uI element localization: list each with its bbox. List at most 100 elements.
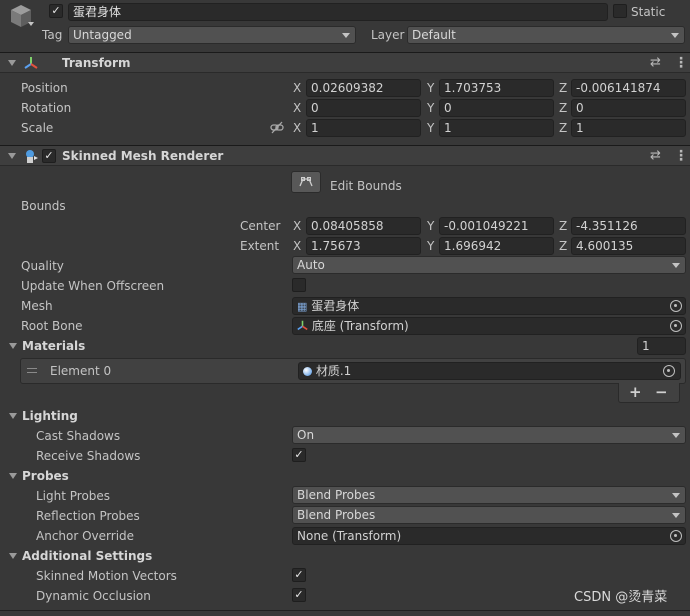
skinned-mesh-icon: [23, 148, 39, 164]
smr-title: Skinned Mesh Renderer: [62, 149, 224, 163]
light-probes-dropdown[interactable]: Blend Probes: [292, 486, 686, 504]
element0-object-field[interactable]: 材质.1: [298, 362, 681, 380]
position-z-label[interactable]: Z: [559, 78, 567, 98]
dynamic-occlusion-checkbox[interactable]: ✓: [292, 588, 306, 602]
anchor-override-object-field[interactable]: None (Transform): [292, 527, 686, 545]
center-z-input[interactable]: -4.351126: [571, 217, 686, 235]
foldout-arrow-icon[interactable]: [8, 60, 16, 66]
chevron-down-icon: [672, 493, 680, 498]
center-label: Center: [240, 219, 281, 233]
rotation-z-input[interactable]: 0: [571, 99, 686, 117]
mesh-object-field[interactable]: ▦ 蛋君身体: [292, 297, 686, 315]
drag-handle-icon[interactable]: [27, 368, 37, 373]
additional-settings-foldout-icon[interactable]: [9, 553, 17, 559]
transform-title: Transform: [62, 56, 131, 70]
gameobject-name-input[interactable]: 蛋君身体: [68, 3, 608, 21]
center-z-label[interactable]: Z: [559, 216, 567, 236]
extent-z-input[interactable]: 4.600135: [571, 237, 686, 255]
edit-bounds-button[interactable]: [291, 171, 321, 193]
skinned-motion-vectors-checkbox[interactable]: ✓: [292, 568, 306, 582]
add-element-button[interactable]: +: [629, 382, 642, 402]
quality-label: Quality: [21, 259, 64, 273]
reflection-probes-dropdown[interactable]: Blend Probes: [292, 506, 686, 524]
icon-dropdown-arrow[interactable]: [28, 22, 34, 26]
position-y-label[interactable]: Y: [427, 78, 434, 98]
chevron-down-icon: [672, 263, 680, 268]
extent-y-label[interactable]: Y: [427, 236, 434, 256]
scale-z-input[interactable]: 1: [571, 119, 686, 137]
edit-bounds-icon: [299, 177, 313, 187]
quality-dropdown[interactable]: Auto: [292, 256, 686, 274]
center-x-label[interactable]: X: [293, 216, 301, 236]
element0-object-picker-icon[interactable]: [663, 365, 675, 377]
mesh-object-picker-icon[interactable]: [670, 300, 682, 312]
extent-x-input[interactable]: 1.75673: [306, 237, 421, 255]
root-bone-object-field[interactable]: 底座 (Transform): [292, 317, 686, 335]
transform-axes-icon: [297, 320, 308, 331]
lighting-label[interactable]: Lighting: [22, 406, 78, 426]
mesh-label: Mesh: [21, 299, 53, 313]
gameobject-active-checkbox[interactable]: ✓: [49, 4, 63, 18]
layer-label: Layer: [371, 28, 405, 42]
materials-foldout-icon[interactable]: [9, 343, 17, 349]
lighting-foldout-icon[interactable]: [9, 413, 17, 419]
chevron-down-icon: [342, 33, 350, 38]
additional-settings-label[interactable]: Additional Settings: [22, 546, 152, 566]
rotation-y-label[interactable]: Y: [427, 98, 434, 118]
position-x-input[interactable]: 0.02609382: [306, 79, 421, 97]
materials-count-input[interactable]: 1: [637, 337, 686, 355]
foldout-arrow-icon[interactable]: [8, 153, 16, 159]
context-menu-icon[interactable]: ⋮: [674, 146, 688, 166]
receive-shadows-checkbox[interactable]: ✓: [292, 448, 306, 462]
position-x-label[interactable]: X: [293, 78, 301, 98]
chevron-down-icon: [672, 433, 680, 438]
skinned-mesh-renderer-header[interactable]: ✓ Skinned Mesh Renderer ⇄ ⋮: [0, 145, 690, 166]
mesh-grid-icon: ▦: [297, 300, 308, 313]
presets-icon[interactable]: ⇄: [650, 53, 661, 73]
update-offscreen-checkbox[interactable]: [292, 278, 306, 292]
remove-element-button[interactable]: −: [655, 382, 668, 402]
list-add-remove-bar: + −: [618, 383, 680, 403]
rotation-z-label[interactable]: Z: [559, 98, 567, 118]
mesh-value: 蛋君身体: [311, 299, 360, 313]
scale-y-label[interactable]: Y: [427, 118, 434, 138]
center-y-input[interactable]: -0.001049221: [439, 217, 554, 235]
transform-header[interactable]: Transform ⇄ ⋮: [0, 52, 690, 73]
extent-y-input[interactable]: 1.696942: [439, 237, 554, 255]
tag-dropdown[interactable]: Untagged: [68, 26, 356, 44]
light-probes-label: Light Probes: [36, 489, 111, 503]
scale-label: Scale: [21, 121, 54, 135]
cast-shadows-dropdown[interactable]: On: [292, 426, 686, 444]
probes-foldout-icon[interactable]: [9, 473, 17, 479]
probes-label[interactable]: Probes: [22, 466, 69, 486]
rotation-y-input[interactable]: 0: [439, 99, 554, 117]
chevron-down-icon: [672, 513, 680, 518]
materials-label[interactable]: Materials: [22, 336, 85, 356]
presets-icon[interactable]: ⇄: [650, 146, 661, 166]
constrain-proportions-icon[interactable]: [270, 121, 284, 135]
rotation-x-label[interactable]: X: [293, 98, 301, 118]
root-bone-object-picker-icon[interactable]: [670, 320, 682, 332]
center-y-label[interactable]: Y: [427, 216, 434, 236]
scale-x-label[interactable]: X: [293, 118, 301, 138]
scale-x-input[interactable]: 1: [306, 119, 421, 137]
tag-value: Untagged: [73, 28, 132, 42]
scale-y-input[interactable]: 1: [439, 119, 554, 137]
position-label: Position: [21, 81, 68, 95]
layer-dropdown[interactable]: Default: [407, 26, 685, 44]
anchor-override-object-picker-icon[interactable]: [670, 530, 682, 542]
smr-enabled-checkbox[interactable]: ✓: [42, 149, 56, 163]
extent-x-label[interactable]: X: [293, 236, 301, 256]
position-y-input[interactable]: 1.703753: [439, 79, 554, 97]
position-z-input[interactable]: -0.006141874: [571, 79, 686, 97]
extent-z-label[interactable]: Z: [559, 236, 567, 256]
center-x-input[interactable]: 0.08405858: [306, 217, 421, 235]
materials-list: Element 0 材质.1: [20, 358, 686, 384]
tag-label: Tag: [42, 28, 63, 42]
static-checkbox[interactable]: [613, 4, 627, 18]
rotation-x-input[interactable]: 0: [306, 99, 421, 117]
context-menu-icon[interactable]: ⋮: [674, 53, 688, 73]
watermark-text: CSDN @烫青菜: [574, 590, 668, 605]
scale-z-label[interactable]: Z: [559, 118, 567, 138]
update-offscreen-label: Update When Offscreen: [21, 279, 165, 293]
